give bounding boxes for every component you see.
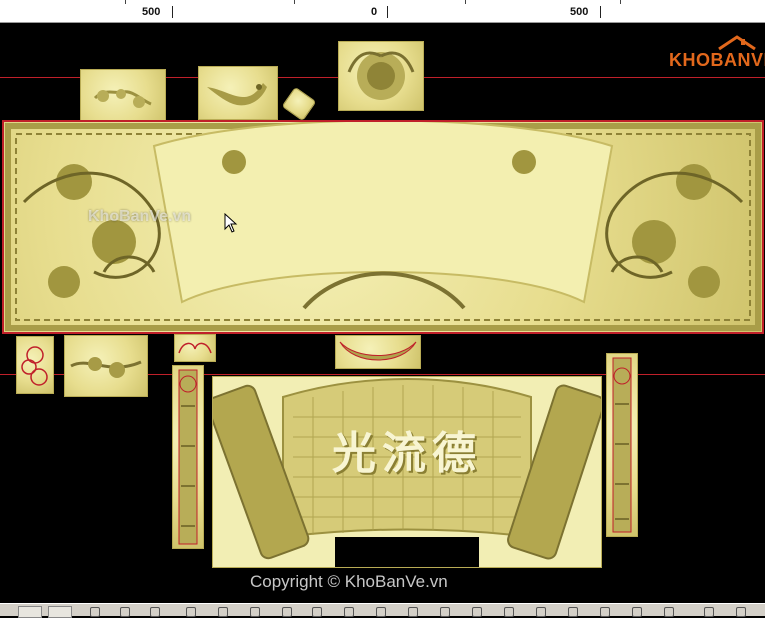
ruler-tick xyxy=(387,6,388,18)
toolbar-icon[interactable] xyxy=(282,607,292,617)
ruler-tick xyxy=(172,6,173,18)
relief-bird-drawing xyxy=(207,83,267,106)
toolbar-icon[interactable] xyxy=(250,607,260,617)
toolbar-icon[interactable] xyxy=(472,607,482,617)
toolbar-icon[interactable] xyxy=(440,607,450,617)
drawing-viewport[interactable]: KhoBanVe.vn 光流德 KHOBANV Copyright © KhoB… xyxy=(0,23,765,603)
toolbar-icon[interactable] xyxy=(600,607,610,617)
ruler-tick xyxy=(600,6,601,18)
ruler-label-center: 0 xyxy=(371,6,378,18)
relief-piece-cloud-small[interactable] xyxy=(174,334,216,362)
relief-peony-drawing xyxy=(347,51,415,100)
toolbar-icon[interactable] xyxy=(90,607,100,617)
toolbar-icon[interactable] xyxy=(632,607,642,617)
calligraphy-text: 光流德 xyxy=(332,428,482,479)
relief-piece-tiny[interactable] xyxy=(281,86,317,122)
watermark-text: KhoBanVe.vn xyxy=(88,208,192,225)
ruler-minor-tick xyxy=(125,0,126,4)
copyright-text: Copyright © KhoBanVe.vn xyxy=(250,572,448,591)
status-toggle-button[interactable] xyxy=(48,606,72,618)
ruler-label-right: 500 xyxy=(570,6,589,18)
relief-piece-bat[interactable] xyxy=(335,335,421,369)
toolbar-icon[interactable] xyxy=(120,607,130,617)
relief-scroll-calligraphy[interactable]: 光流德 xyxy=(212,376,602,568)
pillar-right-drawing xyxy=(612,357,632,533)
relief-piece-plum-blossom[interactable] xyxy=(16,336,54,394)
ruler-minor-tick xyxy=(294,0,295,4)
toolbar-icon[interactable] xyxy=(736,607,746,617)
toolbar-icon[interactable] xyxy=(704,607,714,617)
relief-piece-flowers-small[interactable] xyxy=(80,69,166,125)
toolbar-icon[interactable] xyxy=(344,607,354,617)
horizontal-ruler[interactable]: 500 0 500 xyxy=(0,0,765,23)
status-toggle-button[interactable] xyxy=(18,606,42,618)
toolbar-icon[interactable] xyxy=(312,607,322,617)
pillar-left-drawing xyxy=(178,369,198,545)
toolbar-icon[interactable] xyxy=(504,607,514,617)
cloud-small-drawing xyxy=(178,342,212,354)
ruler-minor-tick xyxy=(465,0,466,4)
logo-text: KHOBANVE xyxy=(669,50,765,70)
relief-flowers-drawing xyxy=(93,89,152,108)
relief-pillar-left[interactable] xyxy=(172,365,204,549)
toolbar-icon[interactable] xyxy=(376,607,386,617)
relief-pillar-right[interactable] xyxy=(606,353,638,537)
ruler-label-left: 500 xyxy=(142,6,161,18)
toolbar-icon[interactable] xyxy=(664,607,674,617)
toolbar-icon[interactable] xyxy=(568,607,578,617)
toolbar-icon[interactable] xyxy=(536,607,546,617)
ruler-minor-tick xyxy=(620,0,621,4)
status-bar xyxy=(0,603,765,618)
toolbar-icon[interactable] xyxy=(218,607,228,617)
mouse-cursor-icon xyxy=(224,213,238,233)
relief-panel-main-frieze[interactable] xyxy=(2,120,764,334)
frieze-drawing xyxy=(5,122,761,331)
toolbar-icon[interactable] xyxy=(150,607,160,617)
branch-drawing xyxy=(70,357,142,378)
relief-piece-bird[interactable] xyxy=(198,66,278,120)
toolbar-icon[interactable] xyxy=(408,607,418,617)
relief-piece-peony[interactable] xyxy=(338,41,424,111)
toolbar-icon[interactable] xyxy=(186,607,196,617)
relief-piece-branch[interactable] xyxy=(64,335,148,397)
bat-drawing xyxy=(339,341,417,361)
brand-logo: KHOBANVE xyxy=(669,35,765,71)
plum-blossom-drawing xyxy=(21,346,48,386)
